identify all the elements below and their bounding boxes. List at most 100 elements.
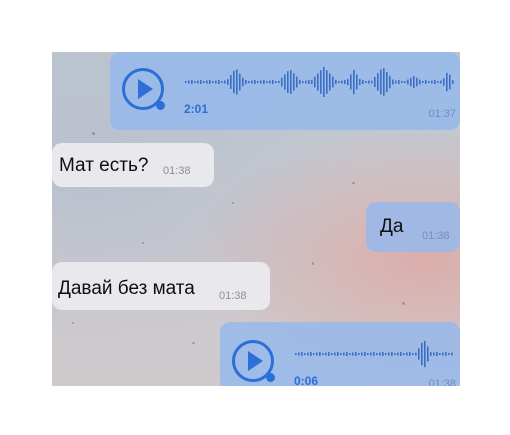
waveform-bar (344, 80, 346, 84)
waveform-bar (298, 352, 300, 356)
waveform-bar (245, 80, 247, 84)
waveform-bar (362, 80, 364, 84)
play-icon (138, 79, 153, 99)
waveform-bar (281, 77, 283, 87)
waveform-bar (349, 353, 351, 355)
waveform-bar (419, 79, 421, 85)
waveform[interactable] (185, 66, 457, 98)
incoming-message-bubble[interactable]: Мат есть? 01:38 (52, 143, 214, 187)
waveform-bar (319, 352, 321, 356)
waveform-bar (325, 352, 327, 356)
waveform-bar (254, 80, 256, 84)
waveform-bar (305, 80, 307, 84)
waveform-bar (316, 352, 318, 356)
waveform-bar (352, 352, 354, 356)
waveform-bar (448, 353, 450, 355)
voice-message-bubble[interactable]: 0:06 01:38 (220, 322, 460, 386)
waveform-bar (391, 352, 393, 356)
waveform-bar (331, 353, 333, 355)
waveform-bar (407, 79, 409, 85)
message-time: 01:38 (422, 230, 450, 242)
voice-duration: 0:06 (294, 374, 319, 386)
waveform-bar (422, 81, 424, 83)
chat-photo: 2:01 01:37 Мат есть? 01:38 Да 01:38 Дава… (52, 52, 460, 386)
waveform-bar (418, 348, 420, 360)
waveform-bar (317, 73, 319, 91)
waveform-bar (452, 80, 454, 84)
waveform-bar (367, 353, 369, 355)
waveform-bar (392, 79, 394, 85)
waveform-bar (314, 76, 316, 88)
waveform-bar (323, 67, 325, 97)
incoming-message-bubble[interactable]: Давай без мата 01:38 (52, 262, 270, 310)
waveform-bar (290, 70, 292, 94)
texture-speck (232, 202, 234, 204)
voice-message-bubble[interactable]: 2:01 01:37 (110, 52, 460, 130)
texture-speck (312, 262, 314, 265)
waveform-bar (304, 353, 306, 355)
waveform-bar (257, 81, 259, 83)
waveform-bar (376, 353, 378, 355)
waveform-bar (185, 81, 187, 83)
waveform-bar (440, 80, 442, 84)
texture-speck (72, 322, 74, 324)
waveform-bar (359, 79, 361, 85)
waveform-bar (218, 80, 220, 84)
waveform-bar (307, 352, 309, 356)
waveform-bar (200, 80, 202, 84)
waveform-bar (346, 352, 348, 356)
waveform-bar (272, 80, 274, 84)
waveform-bar (397, 352, 399, 356)
waveform-bar (373, 352, 375, 356)
waveform-bar (287, 71, 289, 93)
waveform-bar (347, 79, 349, 85)
waveform[interactable] (295, 338, 455, 370)
waveform-bar (329, 73, 331, 91)
waveform-bar (341, 80, 343, 84)
waveform-bar (365, 81, 367, 83)
waveform-bar (275, 81, 277, 83)
outgoing-message-bubble[interactable]: Да 01:38 (366, 202, 460, 252)
waveform-bar (377, 73, 379, 91)
waveform-bar (284, 74, 286, 90)
waveform-bar (428, 81, 430, 83)
message-text: Давай без мата (58, 278, 195, 299)
waveform-bar (404, 81, 406, 83)
waveform-bar (364, 352, 366, 356)
waveform-bar (248, 81, 250, 83)
waveform-bar (308, 80, 310, 84)
message-time: 01:38 (428, 378, 456, 386)
waveform-bar (299, 79, 301, 85)
waveform-bar (394, 353, 396, 355)
waveform-bar (400, 352, 402, 356)
waveform-bar (215, 80, 217, 84)
waveform-bar (434, 80, 436, 84)
waveform-bar (412, 353, 414, 355)
waveform-bar (338, 81, 340, 83)
waveform-bar (206, 80, 208, 84)
waveform-bar (260, 80, 262, 84)
waveform-bar (439, 353, 441, 355)
message-text: Мат есть? (59, 155, 149, 176)
waveform-bar (197, 80, 199, 84)
waveform-bar (451, 352, 453, 356)
waveform-bar (449, 74, 451, 90)
waveform-bar (310, 352, 312, 356)
waveform-bar (332, 76, 334, 88)
waveform-bar (445, 352, 447, 356)
waveform-bar (409, 352, 411, 356)
waveform-bar (311, 79, 313, 85)
waveform-bar (353, 70, 355, 94)
voice-duration: 2:01 (184, 102, 209, 116)
waveform-bar (242, 77, 244, 87)
waveform-bar (343, 352, 345, 356)
texture-speck (402, 302, 405, 305)
waveform-bar (424, 340, 426, 368)
unplayed-dot (266, 373, 275, 382)
waveform-bar (401, 81, 403, 83)
waveform-bar (379, 352, 381, 356)
waveform-bar (269, 80, 271, 84)
waveform-bar (326, 70, 328, 94)
texture-speck (352, 182, 355, 184)
waveform-bar (230, 75, 232, 89)
